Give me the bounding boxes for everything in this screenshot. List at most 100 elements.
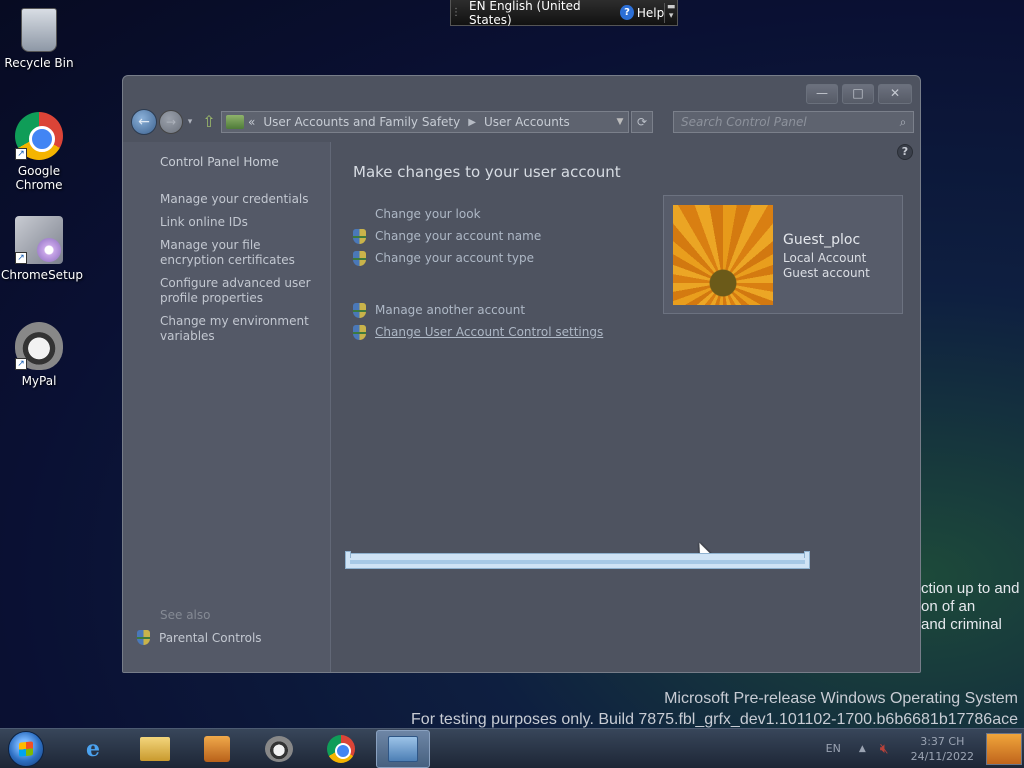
change-account-type-link[interactable]: Change your account type	[353, 247, 603, 269]
control-panel-icon	[226, 115, 244, 129]
build-watermark: Microsoft Pre-release Windows Operating …	[411, 688, 1018, 730]
desktop-icon-label: Google Chrome	[15, 164, 63, 192]
language-bar: ⋮ EN English (United States) ? Help ▬ ▾	[450, 0, 678, 27]
shortcut-arrow-icon: ↗	[15, 252, 27, 264]
watermark-line-1: Microsoft Pre-release Windows Operating …	[664, 690, 1018, 707]
manage-another-account-link[interactable]: Manage another account	[353, 299, 603, 321]
link-label: Change User Account Control settings	[375, 325, 604, 339]
clock-time: 3:37 CH	[920, 734, 965, 748]
taskbar-media-player[interactable]	[190, 730, 244, 768]
minimize-button[interactable]: —	[806, 84, 838, 104]
shield-icon	[353, 228, 366, 244]
partial-notice-text: ction up to and on of an and criminal	[921, 580, 1019, 634]
maximize-button[interactable]: □	[842, 84, 874, 104]
back-button[interactable]: ←	[131, 109, 157, 135]
recent-pages-dropdown-icon[interactable]: ▾	[183, 117, 197, 127]
address-bar[interactable]: « User Accounts and Family Safety ▶ User…	[221, 111, 629, 133]
file-explorer-icon	[140, 736, 170, 761]
close-button[interactable]: ✕	[878, 84, 912, 104]
refresh-button[interactable]: ⟳	[631, 111, 653, 133]
internet-explorer-icon: e	[86, 735, 100, 762]
shortcut-arrow-icon: ↗	[15, 148, 27, 160]
see-also-heading: See also	[160, 608, 211, 622]
link-online-ids-link[interactable]: Link online IDs	[160, 215, 320, 230]
link-label: Manage another account	[375, 303, 526, 317]
taskbar-mypal[interactable]	[252, 730, 306, 768]
control-panel-home-link[interactable]: Control Panel Home	[160, 155, 279, 169]
taskbar-chrome[interactable]	[314, 730, 368, 768]
start-button[interactable]	[8, 730, 44, 767]
show-hidden-icons-icon[interactable]: ▲	[859, 744, 866, 754]
manage-credentials-link[interactable]: Manage your credentials	[160, 192, 320, 207]
navigation-bar: ← → ▾ ⇧ « User Accounts and Family Safet…	[131, 109, 914, 135]
environment-variables-link[interactable]: Change my environment variables	[160, 314, 320, 344]
change-account-name-link[interactable]: Change your account name	[353, 225, 603, 247]
progress-fill	[350, 560, 805, 564]
desktop-icon-mypal[interactable]: ↗ MyPal	[1, 322, 77, 388]
search-input[interactable]: Search Control Panel ⌕	[673, 111, 914, 133]
partial-line: and criminal	[921, 616, 1002, 633]
shield-icon	[353, 324, 366, 340]
search-icon[interactable]: ⌕	[893, 115, 913, 130]
mypal-icon	[265, 735, 293, 762]
shield-icon	[353, 250, 366, 266]
account-name: Guest_ploc	[783, 232, 861, 248]
main-content: Make changes to your user account Change…	[353, 142, 913, 672]
search-placeholder: Search Control Panel	[681, 115, 807, 129]
media-player-icon	[204, 735, 230, 762]
mypal-icon: ↗	[15, 322, 63, 370]
taskbar: e EN ▲ 🔇︎ 3:37 CH 24/11/2022	[0, 728, 1024, 768]
account-role: Guest account	[783, 266, 870, 280]
uac-settings-link[interactable]: Change User Account Control settings	[353, 321, 603, 343]
input-language-indicator[interactable]: EN	[826, 742, 841, 755]
breadcrumb-separator-icon[interactable]: ▶	[468, 117, 476, 128]
caption-buttons: — □ ✕	[806, 84, 912, 104]
desktop-icon-label: ChromeSetup	[1, 268, 83, 282]
task-links: Manage your credentials Link online IDs …	[160, 192, 320, 352]
address-overflow-chevron[interactable]: «	[248, 115, 255, 129]
chrome-icon: ↗	[15, 112, 63, 160]
parental-controls-link[interactable]: Parental Controls	[137, 630, 262, 645]
taskbar-control-panel[interactable]	[376, 729, 430, 768]
forward-button[interactable]: →	[159, 110, 183, 134]
link-label: Change your account type	[375, 251, 534, 265]
desktop-icon-google-chrome[interactable]: ↗ Google Chrome	[1, 112, 77, 192]
control-panel-icon	[388, 735, 418, 762]
link-label: Change your look	[375, 207, 481, 221]
shield-icon	[137, 630, 150, 645]
page-title: Make changes to your user account	[353, 163, 621, 181]
account-card: Guest_ploc Local Account Guest account	[663, 195, 903, 314]
language-selector[interactable]: EN English (United States)	[461, 0, 620, 27]
partial-line: ction up to and	[921, 580, 1020, 597]
breadcrumb-user-accounts-family-safety[interactable]: User Accounts and Family Safety	[263, 115, 460, 129]
recycle-bin-icon	[21, 8, 57, 52]
help-label[interactable]: Help	[637, 6, 664, 20]
desktop-icon-recycle-bin[interactable]: Recycle Bin	[1, 8, 77, 70]
loading-progress-bar	[345, 551, 810, 569]
breadcrumb-user-accounts[interactable]: User Accounts	[484, 115, 570, 129]
up-arrow-icon[interactable]: ⇧	[201, 113, 217, 131]
clock-date: 24/11/2022	[910, 749, 974, 763]
parental-controls-label: Parental Controls	[159, 630, 262, 645]
desktop-icon-label: Recycle Bin	[4, 56, 74, 70]
clock[interactable]: 3:37 CH 24/11/2022	[911, 734, 974, 764]
volume-muted-icon[interactable]: 🔇︎	[880, 741, 889, 757]
grip-handle[interactable]: ⋮	[451, 0, 461, 25]
partial-line: on of an	[921, 598, 976, 615]
show-desktop-button[interactable]	[986, 732, 1022, 765]
taskbar-internet-explorer[interactable]: e	[66, 730, 120, 768]
desktop-icon-label: MyPal	[21, 374, 57, 388]
taskbar-file-explorer[interactable]	[128, 730, 182, 768]
account-task-links: Change your look Change your account nam…	[353, 203, 603, 343]
chrome-icon	[327, 734, 355, 763]
setup-icon: ↗	[15, 216, 63, 264]
change-your-look-link[interactable]: Change your look	[353, 203, 603, 225]
desktop-icon-chromesetup[interactable]: ↗ ChromeSetup	[1, 216, 83, 282]
address-dropdown-icon[interactable]: ▼	[612, 117, 628, 127]
advanced-profile-properties-link[interactable]: Configure advanced user profile properti…	[160, 276, 320, 306]
help-icon[interactable]: ?	[620, 5, 634, 20]
control-panel-window: — □ ✕ ← → ▾ ⇧ « User Accounts and Family…	[122, 75, 921, 673]
language-bar-options-icon[interactable]: ▬ ▾	[664, 2, 677, 23]
file-encryption-certificates-link[interactable]: Manage your file encryption certificates	[160, 238, 320, 268]
account-picture-flower-icon[interactable]	[673, 205, 773, 305]
